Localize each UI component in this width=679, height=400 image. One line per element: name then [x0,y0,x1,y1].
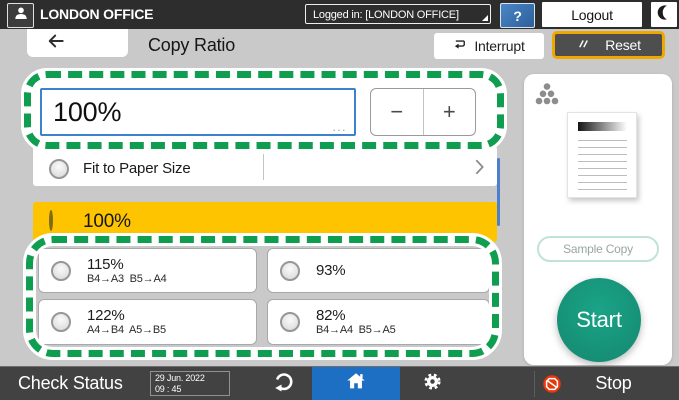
document-preview-icon [567,112,637,198]
settings-button[interactable] [412,369,452,399]
preview-gradient-bar [578,122,627,131]
date-label: 29 Jun. 2022 [155,373,229,384]
stop-icon [542,374,562,394]
decrease-button[interactable]: − [371,89,424,135]
user-button[interactable] [7,3,34,28]
interrupt-icon [453,37,468,55]
radio-icon[interactable] [49,159,69,179]
home-icon [345,370,367,397]
ellipsis-icon: ... [332,120,347,134]
selected-ratio-label: 100% [83,202,131,242]
ratio-stepper: − + [370,88,476,136]
home-button[interactable] [312,367,400,400]
logged-in-dropdown[interactable]: Logged in: [LONDON OFFICE] [305,4,491,24]
energy-saver-icon [656,3,673,27]
fit-to-paper-label: Fit to Paper Size [83,146,190,186]
preset-93-option[interactable]: 93% [267,248,490,293]
stop-button[interactable]: Stop [536,367,679,400]
page-title: Copy Ratio [148,29,235,62]
ratio-value: 100% [53,90,121,134]
list-scrollbar[interactable] [497,158,500,226]
help-label: ? [513,8,521,24]
program-dots-icon [535,83,559,110]
energy-saver-button[interactable] [651,2,677,27]
stop-label: Stop [562,373,665,394]
fit-to-paper-row[interactable]: Fit to Paper Size [33,146,497,186]
preset-detail: B4→A3 B5→A4 [87,273,167,286]
preset-percent: 82% [316,307,396,324]
radio-icon[interactable] [280,261,300,281]
back-button[interactable] [27,29,128,57]
increase-button[interactable]: + [424,89,476,135]
radio-icon[interactable] [51,261,71,281]
check-status-button[interactable]: Check Status [18,367,123,400]
start-label: Start [576,307,621,333]
preset-percent: 122% [87,307,166,324]
preset-122-option[interactable]: 122% A4→B4 A5→B5 [38,299,257,345]
user-name: LONDON OFFICE [40,0,153,29]
logout-button[interactable]: Logout [542,2,642,27]
reset-button[interactable]: Reset [552,31,665,59]
back-icon [44,31,68,56]
logged-in-label: Logged in: [LONDON OFFICE] [313,9,459,21]
top-bar: LONDON OFFICE Logged in: [LONDON OFFICE]… [0,0,679,29]
preset-detail: A4→B4 A5→B5 [87,324,166,337]
header-row: Copy Ratio Interrupt Reset [0,29,679,62]
chevron-right-icon [474,158,485,181]
preset-percent: 115% [87,256,167,273]
preset-115-option[interactable]: 115% B4→A3 B5→A4 [38,248,257,293]
bottom-bar: Check Status 29 Jun. 2022 09 : 45 Stop [0,366,679,400]
user-icon [13,5,29,26]
start-button[interactable]: Start [557,278,641,362]
reset-label: Reset [605,37,641,53]
preset-82-option[interactable]: 82% B4→A4 B5→A5 [267,299,490,345]
sample-copy-label: Sample Copy [563,242,633,256]
dropdown-caret-icon [482,15,488,21]
logout-label: Logout [571,7,613,23]
undo-button[interactable] [262,369,306,399]
ratio-value-field[interactable]: 100% ... [40,88,356,136]
radio-icon[interactable] [51,312,71,332]
time-label: 09 : 45 [155,384,229,395]
help-button[interactable]: ? [500,3,535,28]
divider [263,154,264,180]
radio-selected-icon[interactable] [49,210,53,231]
reset-icon [576,37,591,54]
copy-action-panel: Sample Copy Start [524,74,672,365]
settings-icon [423,372,442,396]
divider [534,371,535,397]
preset-detail: B4→A4 B5→A5 [316,324,396,337]
sample-copy-button[interactable]: Sample Copy [537,236,659,262]
interrupt-label: Interrupt [474,38,524,54]
undo-icon [272,370,296,399]
radio-icon[interactable] [280,312,300,332]
datetime-display: 29 Jun. 2022 09 : 45 [150,371,230,396]
preset-percent: 93% [316,262,345,279]
interrupt-button[interactable]: Interrupt [434,33,544,59]
ratio-100-row-selected[interactable]: 100% [33,202,497,242]
copier-touchscreen: LONDON OFFICE Logged in: [LONDON OFFICE]… [0,0,679,400]
